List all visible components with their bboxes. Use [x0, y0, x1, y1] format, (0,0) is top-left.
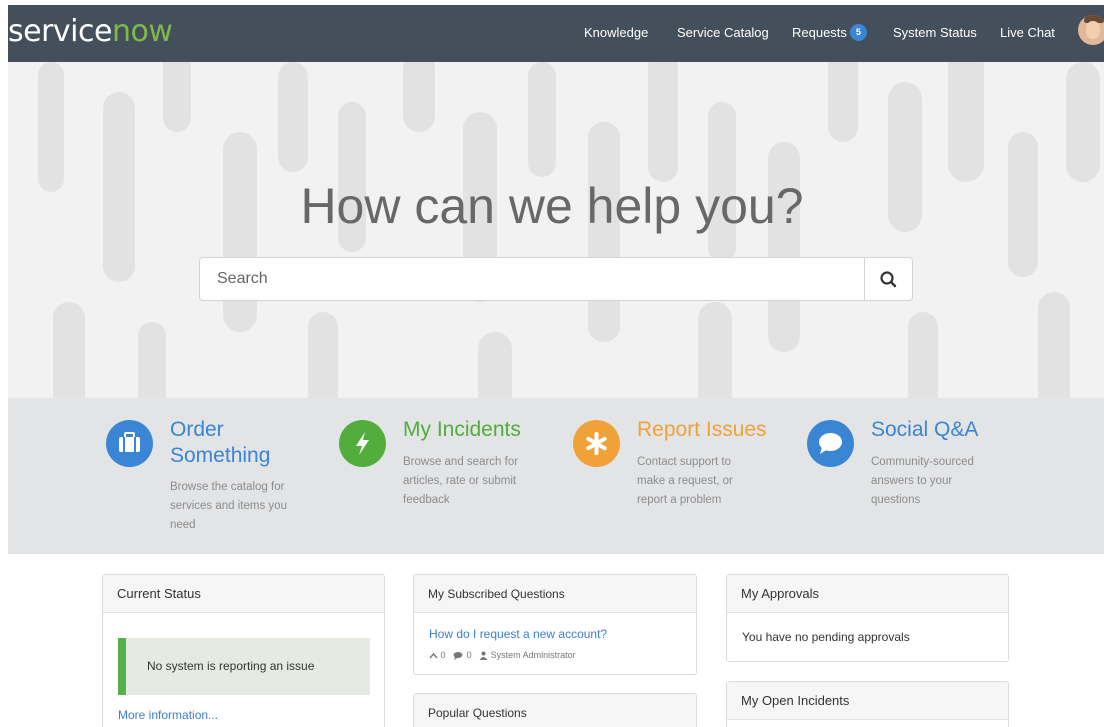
- question-meta: 0 0 System Administrator: [429, 649, 576, 661]
- servicenow-logo[interactable]: servicenow: [8, 14, 173, 50]
- background-pill: [38, 62, 64, 192]
- approvals-message: You have no pending approvals: [742, 630, 910, 644]
- avatar-face: [1086, 21, 1100, 39]
- more-information-link[interactable]: More information...: [118, 708, 218, 722]
- top-navigation-bar: servicenow Knowledge Service Catalog Req…: [8, 5, 1104, 62]
- requests-count-badge: 5: [849, 24, 867, 42]
- search-input[interactable]: [200, 258, 864, 300]
- background-pill: [1038, 292, 1070, 398]
- logo-text-service: service: [8, 14, 112, 49]
- status-alert: No system is reporting an issue: [118, 638, 370, 695]
- shortcut-order-title[interactable]: Order Something: [170, 417, 270, 469]
- page: servicenow Knowledge Service Catalog Req…: [0, 0, 1104, 727]
- shortcut-social-description: Community-sourced answers to your questi…: [871, 453, 974, 510]
- approvals-panel: My Approvals You have no pending approva…: [726, 574, 1009, 662]
- shortcut-desc-line: Browse the catalog for: [170, 481, 285, 493]
- background-pill: [278, 62, 308, 172]
- user-icon: [479, 651, 488, 661]
- background-pill: [478, 332, 512, 398]
- shortcut-desc-line: Community-sourced: [871, 456, 974, 468]
- background-pill: [768, 142, 800, 352]
- open-incidents-title: My Open Incidents: [727, 682, 1008, 720]
- shortcut-report-issues[interactable]: [573, 420, 620, 467]
- shortcut-report-title-line1: Report Issues: [637, 418, 767, 441]
- shortcut-incidents-title[interactable]: My Incidents: [403, 417, 521, 443]
- asterisk-icon: [586, 432, 607, 455]
- background-pill: [908, 312, 938, 398]
- subscribed-questions-panel: My Subscribed Questions How do I request…: [413, 574, 697, 675]
- nav-requests[interactable]: Requests 5: [792, 24, 867, 42]
- shortcut-desc-line: make a request, or: [637, 475, 733, 487]
- shortcut-incidents-description: Browse and search for articles, rate or …: [403, 453, 518, 510]
- background-pill: [828, 62, 858, 142]
- shortcut-desc-line: Browse and search for: [403, 456, 519, 468]
- nav-requests-label: Requests: [792, 25, 847, 40]
- nav-live-chat[interactable]: Live Chat: [1000, 24, 1055, 42]
- lightning-icon: [356, 432, 369, 455]
- background-pill: [948, 62, 984, 182]
- background-pill: [403, 62, 435, 132]
- status-message: No system is reporting an issue: [147, 659, 315, 673]
- shortcut-desc-line: Contact support to: [637, 456, 731, 468]
- shortcut-social-qa[interactable]: [807, 420, 854, 467]
- shortcut-order-title-line1: Order: [170, 418, 224, 441]
- vote-up-icon: [429, 652, 438, 659]
- shortcut-my-incidents[interactable]: [339, 420, 386, 467]
- chat-bubble-icon: [819, 433, 842, 454]
- shortcut-order-description: Browse the catalog for services and item…: [170, 478, 287, 535]
- shortcut-order-something[interactable]: [106, 420, 153, 467]
- current-status-title: Current Status: [103, 575, 384, 613]
- shortcut-social-title[interactable]: Social Q&A: [871, 417, 978, 443]
- background-pill: [528, 62, 556, 177]
- shortcut-social-title-line1: Social Q&A: [871, 418, 979, 441]
- shortcut-order-title-line2: Something: [170, 444, 271, 467]
- shortcut-desc-line: feedback: [403, 494, 450, 506]
- nav-service-catalog[interactable]: Service Catalog: [677, 24, 769, 42]
- background-pill: [53, 302, 85, 398]
- search-bar: [199, 257, 913, 301]
- answer-count: 0: [466, 650, 472, 660]
- question-link[interactable]: How do I request a new account?: [429, 627, 607, 641]
- shortcut-desc-line: questions: [871, 494, 921, 506]
- shortcut-incidents-title-line1: My Incidents: [403, 418, 521, 441]
- user-avatar[interactable]: [1078, 15, 1104, 45]
- background-pill: [648, 62, 678, 182]
- shortcut-report-description: Contact support to make a request, or re…: [637, 453, 733, 510]
- background-pill: [1066, 62, 1100, 182]
- background-pill: [138, 322, 166, 398]
- search-button[interactable]: [864, 258, 912, 300]
- shortcut-desc-line: answers to your: [871, 475, 953, 487]
- shortcut-desc-line: need: [170, 519, 196, 531]
- background-pill: [308, 312, 338, 398]
- nav-knowledge[interactable]: Knowledge: [584, 24, 648, 42]
- approvals-title: My Approvals: [727, 575, 1008, 613]
- hero-heading: How can we help you?: [300, 178, 804, 234]
- shortcut-desc-line: articles, rate or submit: [403, 475, 517, 487]
- subscribed-questions-title: My Subscribed Questions: [414, 575, 696, 613]
- comments-icon: [453, 652, 463, 661]
- nav-system-status[interactable]: System Status: [893, 24, 977, 42]
- shortcut-desc-line: services and items you: [170, 500, 287, 512]
- background-pill: [698, 302, 732, 398]
- question-author: System Administrator: [490, 650, 576, 660]
- vote-count: 0: [440, 650, 446, 660]
- shortcut-report-title[interactable]: Report Issues: [637, 417, 767, 443]
- current-status-panel: Current Status No system is reporting an…: [102, 574, 385, 727]
- briefcase-icon: [119, 432, 140, 452]
- shortcut-desc-line: report a problem: [637, 494, 722, 506]
- search-icon: [880, 271, 897, 288]
- background-pill: [163, 62, 191, 132]
- popular-questions-panel: Popular Questions: [413, 693, 697, 727]
- popular-questions-title: Popular Questions: [414, 694, 696, 727]
- logo-text-now: now: [111, 14, 173, 49]
- open-incidents-panel: My Open Incidents: [726, 681, 1009, 727]
